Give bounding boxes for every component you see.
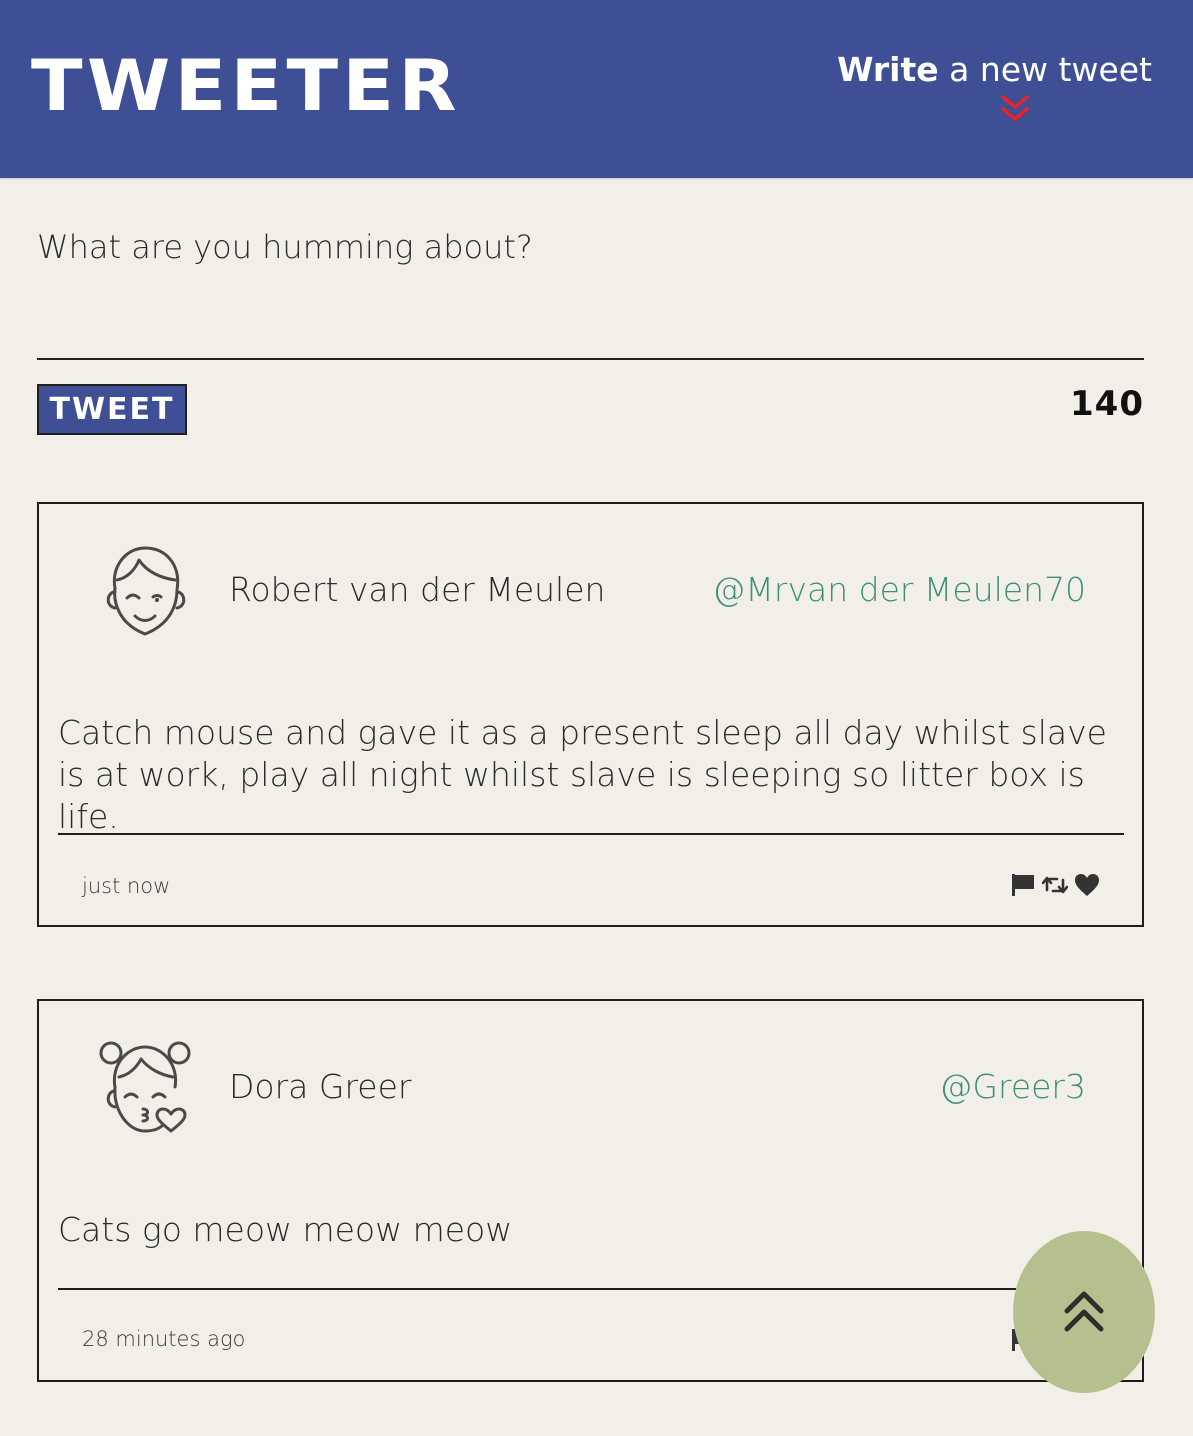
- flag-icon[interactable]: [1010, 872, 1036, 898]
- author-name: Robert van der Meulen: [229, 570, 606, 609]
- tweet-timestamp: just now: [82, 874, 171, 898]
- char-counter: 140: [1070, 384, 1144, 424]
- retweet-icon[interactable]: [1042, 872, 1068, 898]
- brand-logo: TWEETER: [31, 45, 461, 127]
- chevron-double-down-icon: [1001, 95, 1029, 121]
- tweet-divider: [58, 1288, 1124, 1290]
- write-new-tweet-label: Write a new tweet: [832, 48, 1152, 92]
- top-nav: TWEETER Write a new tweet: [0, 0, 1193, 178]
- write-word: Write: [837, 50, 939, 89]
- new-tweet-form: TWEET 140: [37, 210, 1144, 454]
- boy-face-icon: [106, 546, 186, 636]
- eye-dot: [155, 598, 159, 602]
- new-tweet-words: a new tweet: [938, 50, 1152, 89]
- tweet-card: Robert van der Meulen @Mrvan der Meulen7…: [37, 502, 1144, 927]
- author-handle[interactable]: @Mrvan der Meulen70: [712, 570, 1086, 609]
- scroll-to-top-button[interactable]: [1013, 1231, 1155, 1393]
- write-new-tweet-toggle[interactable]: Write a new tweet: [832, 48, 1152, 128]
- tweet-actions: [1010, 872, 1100, 898]
- tweet-divider: [58, 833, 1124, 835]
- author-handle[interactable]: @Greer3: [939, 1067, 1086, 1106]
- tweet-content: Catch mouse and gave it as a present sle…: [58, 713, 1107, 836]
- tweet-text-input[interactable]: [37, 210, 1144, 360]
- tweet-timestamp: 28 minutes ago: [82, 1327, 246, 1351]
- girl-kiss-face-icon: [99, 1041, 191, 1133]
- heart-icon[interactable]: [1074, 872, 1100, 898]
- form-controls: TWEET 140: [37, 364, 1144, 454]
- tweet-submit-button[interactable]: TWEET: [37, 384, 187, 435]
- double-chevron-up-icon: [1064, 1291, 1104, 1332]
- tweet-content: Cats go meow meow meow: [58, 1210, 513, 1249]
- author-name: Dora Greer: [229, 1067, 412, 1106]
- tweet-card: Dora Greer @Greer3 Cats go meow meow meo…: [37, 999, 1144, 1382]
